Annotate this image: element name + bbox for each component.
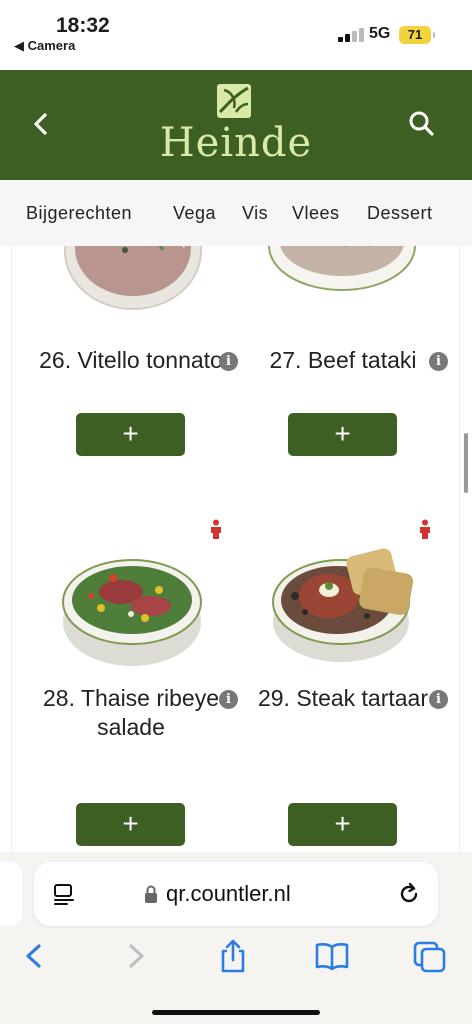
- brand-name: Heinde: [159, 120, 313, 166]
- info-icon[interactable]: i: [429, 352, 448, 371]
- add-button[interactable]: +: [288, 803, 397, 846]
- info-icon[interactable]: i: [429, 690, 448, 709]
- signal-icon: [338, 28, 364, 42]
- network-label: 5G: [369, 25, 391, 42]
- search-icon: [409, 111, 434, 136]
- category-tab-bijgerechten[interactable]: Bijgerechten: [26, 203, 132, 224]
- menu-item: 28. Thaise ribeye salade i +: [25, 516, 238, 852]
- category-nav: Bijgerechten Vega Vis Vlees Dessert: [0, 180, 472, 246]
- lock-icon: [145, 885, 157, 903]
- category-tab-vis[interactable]: Vis: [242, 203, 268, 224]
- url-text[interactable]: qr.countler.nl: [166, 881, 291, 907]
- dish-image: [268, 246, 416, 291]
- battery-icon: 71: [399, 26, 435, 44]
- browser-toolbar: qr.countler.nl: [0, 852, 472, 1024]
- item-name[interactable]: 26. Vitello tonnato: [25, 346, 237, 375]
- menu-item: 29. Steak tartaar i +: [237, 516, 449, 852]
- home-indicator: [152, 1010, 320, 1015]
- app-header: Heinde: [0, 70, 472, 180]
- brand-logo-icon: [214, 82, 254, 120]
- browser-back-icon[interactable]: [16, 938, 52, 974]
- previous-tab-preview[interactable]: [0, 862, 22, 926]
- browser-forward-icon[interactable]: [118, 938, 154, 974]
- status-time: 18:32: [56, 14, 110, 37]
- menu-list: 26. Vitello tonnato i + 27. Beef tataki …: [11, 246, 460, 852]
- back-to-app-link[interactable]: ◀ Camera: [14, 38, 75, 54]
- info-icon[interactable]: i: [219, 690, 238, 709]
- add-button[interactable]: +: [76, 413, 185, 456]
- search-button[interactable]: [404, 106, 440, 142]
- category-tab-vlees[interactable]: Vlees: [292, 203, 340, 224]
- menu-item: 27. Beef tataki i +: [237, 246, 449, 476]
- item-name[interactable]: 27. Beef tataki: [237, 346, 449, 375]
- address-bar[interactable]: qr.countler.nl: [34, 862, 438, 926]
- dish-image: [62, 559, 202, 666]
- item-name[interactable]: 28. Thaise ribeye salade: [25, 684, 237, 742]
- share-icon[interactable]: [215, 938, 251, 974]
- category-tab-dessert[interactable]: Dessert: [367, 203, 433, 224]
- category-tab-vega[interactable]: Vega: [173, 203, 216, 224]
- reload-icon[interactable]: [396, 881, 422, 907]
- tabs-icon[interactable]: [412, 938, 448, 974]
- dish-image: [272, 548, 414, 662]
- info-icon[interactable]: i: [219, 352, 238, 371]
- dish-image: [64, 246, 202, 310]
- add-button[interactable]: +: [288, 413, 397, 456]
- bookmarks-icon[interactable]: [314, 938, 350, 974]
- menu-item: 26. Vitello tonnato i +: [25, 246, 238, 476]
- add-button[interactable]: +: [76, 803, 185, 846]
- status-bar: 18:32 ◀ Camera 5G 71: [0, 0, 472, 70]
- spicy-person-icon: [420, 519, 430, 539]
- page-scrollbar[interactable]: [464, 433, 468, 493]
- reader-mode-icon[interactable]: [52, 882, 76, 906]
- item-name[interactable]: 29. Steak tartaar: [237, 684, 449, 713]
- spicy-person-icon: [211, 519, 221, 539]
